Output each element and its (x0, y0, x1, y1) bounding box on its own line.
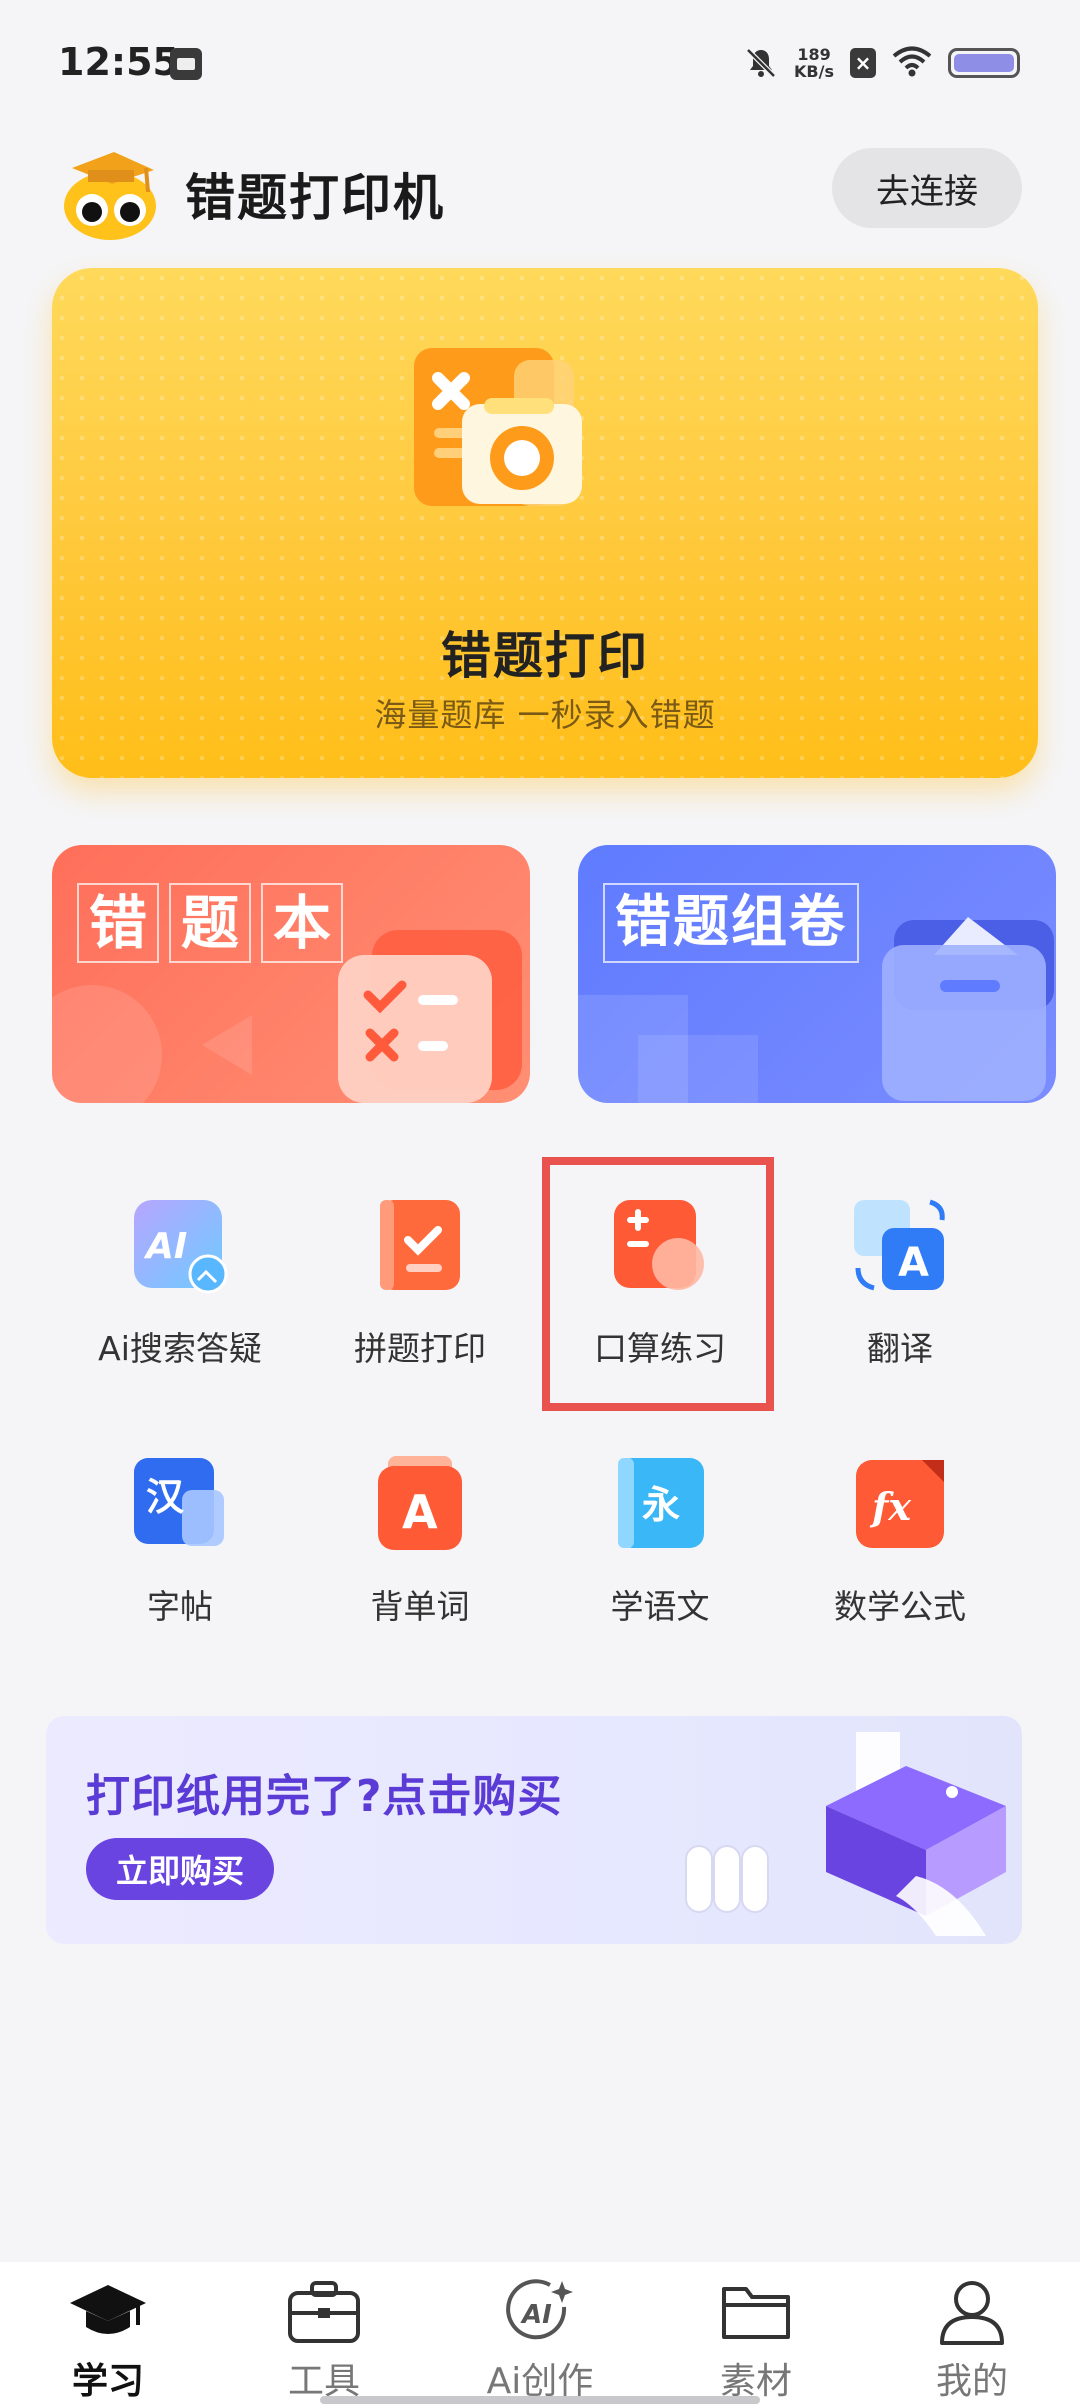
chinese-icon: 永 (612, 1456, 708, 1552)
paper-purchase-banner[interactable]: 打印纸用完了?点击购买 立即购买 (46, 1716, 1022, 1944)
title-text: 错题组卷 (603, 883, 859, 963)
svg-text:AI: AI (520, 2300, 552, 2330)
tool-label: 拼题打印 (354, 1329, 486, 1368)
home-indicator[interactable] (320, 2396, 760, 2404)
tool-copybook[interactable]: 汉 字帖 (80, 1456, 280, 1646)
app-title: 错题打印机 (185, 169, 445, 227)
math-formula-icon: fx (852, 1456, 948, 1552)
sim-off-icon: × (850, 48, 876, 78)
mute-bell-icon (744, 46, 778, 80)
graduation-cap-icon (68, 2272, 148, 2352)
title-char: 题 (169, 883, 252, 963)
printer-illustration-icon (685, 1732, 1006, 1936)
highlight-box (542, 1157, 774, 1411)
nav-item-study[interactable]: 学习 (28, 2272, 188, 2404)
banner-title: 打印纸用完了?点击购买 (86, 1771, 563, 1822)
tool-label: 数学公式 (834, 1587, 966, 1626)
tool-label: Ai搜索答疑 (98, 1329, 262, 1368)
person-icon (932, 2272, 1012, 2352)
nav-item-me[interactable]: 我的 (892, 2272, 1052, 2404)
svg-text:AI: AI (143, 1226, 187, 1267)
tool-translate[interactable]: A 翻译 (800, 1198, 1000, 1388)
connect-button[interactable]: 去连接 (832, 148, 1022, 228)
copybook-icon: 汉 (132, 1456, 228, 1552)
buy-now-button[interactable]: 立即购买 (86, 1838, 274, 1900)
tool-label: 学语文 (610, 1587, 710, 1626)
mistake-book-title: 错 题 本 (77, 883, 344, 963)
app-logo-icon (58, 140, 162, 244)
tool-label: 背单词 (370, 1587, 470, 1626)
tool-vocabulary[interactable]: A 背单词 (320, 1456, 520, 1646)
mistake-print-card[interactable]: 错题打印 海量题库 一秒录入错题 (52, 268, 1038, 778)
nav-item-tools[interactable]: 工具 (244, 2272, 404, 2404)
mistake-compose-title: 错题组卷 (603, 883, 859, 963)
tool-math-formula[interactable]: fx 数学公式 (800, 1456, 1000, 1646)
speed-unit: KB/s (794, 62, 834, 81)
mistake-compose-card[interactable]: 错题组卷 (578, 845, 1056, 1103)
hero-title: 错题打印 (441, 627, 649, 685)
nav-label: 我的 (935, 2361, 1008, 2402)
bottom-nav: 学习 工具 AI Ai创作 素材 我的 (0, 2262, 1080, 2408)
briefcase-icon (284, 2272, 364, 2352)
notification-app-icon (170, 48, 202, 80)
app-header: 错题打印机 去连接 (0, 130, 1080, 260)
status-icons: 189 KB/s × (744, 40, 1020, 86)
svg-text:fx: fx (869, 1484, 912, 1529)
nav-item-materials[interactable]: 素材 (676, 2272, 836, 2404)
battery-icon (948, 48, 1020, 78)
nav-item-ai-create[interactable]: AI Ai创作 (460, 2272, 620, 2404)
status-bar: 12:55 189 KB/s × (0, 0, 1080, 120)
tool-puzzle-print[interactable]: 拼题打印 (320, 1198, 520, 1388)
hero-subtitle: 海量题库 一秒录入错题 (374, 696, 716, 734)
mistake-book-card[interactable]: 错 题 本 (52, 845, 530, 1103)
svg-text:汉: 汉 (146, 1475, 185, 1519)
network-speed: 189 KB/s (794, 46, 834, 80)
svg-text:A: A (898, 1240, 929, 1286)
vocabulary-icon: A (372, 1456, 468, 1552)
tool-label: 字帖 (147, 1587, 213, 1626)
translate-icon: A (852, 1198, 948, 1294)
status-time: 12:55 (58, 40, 179, 84)
nav-label: 学习 (71, 2361, 144, 2402)
folder-icon (716, 2272, 796, 2352)
tool-chinese[interactable]: 永 学语文 (560, 1456, 760, 1646)
mistake-camera-icon (414, 348, 694, 598)
tool-label: 翻译 (867, 1329, 933, 1368)
puzzle-print-icon (372, 1198, 468, 1294)
tool-ai-search[interactable]: AI Ai搜索答疑 (80, 1198, 280, 1388)
wifi-icon (892, 45, 932, 81)
svg-text:A: A (402, 1485, 438, 1539)
svg-text:永: 永 (642, 1483, 680, 1527)
title-char: 本 (261, 883, 344, 963)
ai-create-icon: AI (500, 2272, 580, 2352)
ai-search-icon: AI (132, 1198, 228, 1294)
title-char: 错 (77, 883, 160, 963)
